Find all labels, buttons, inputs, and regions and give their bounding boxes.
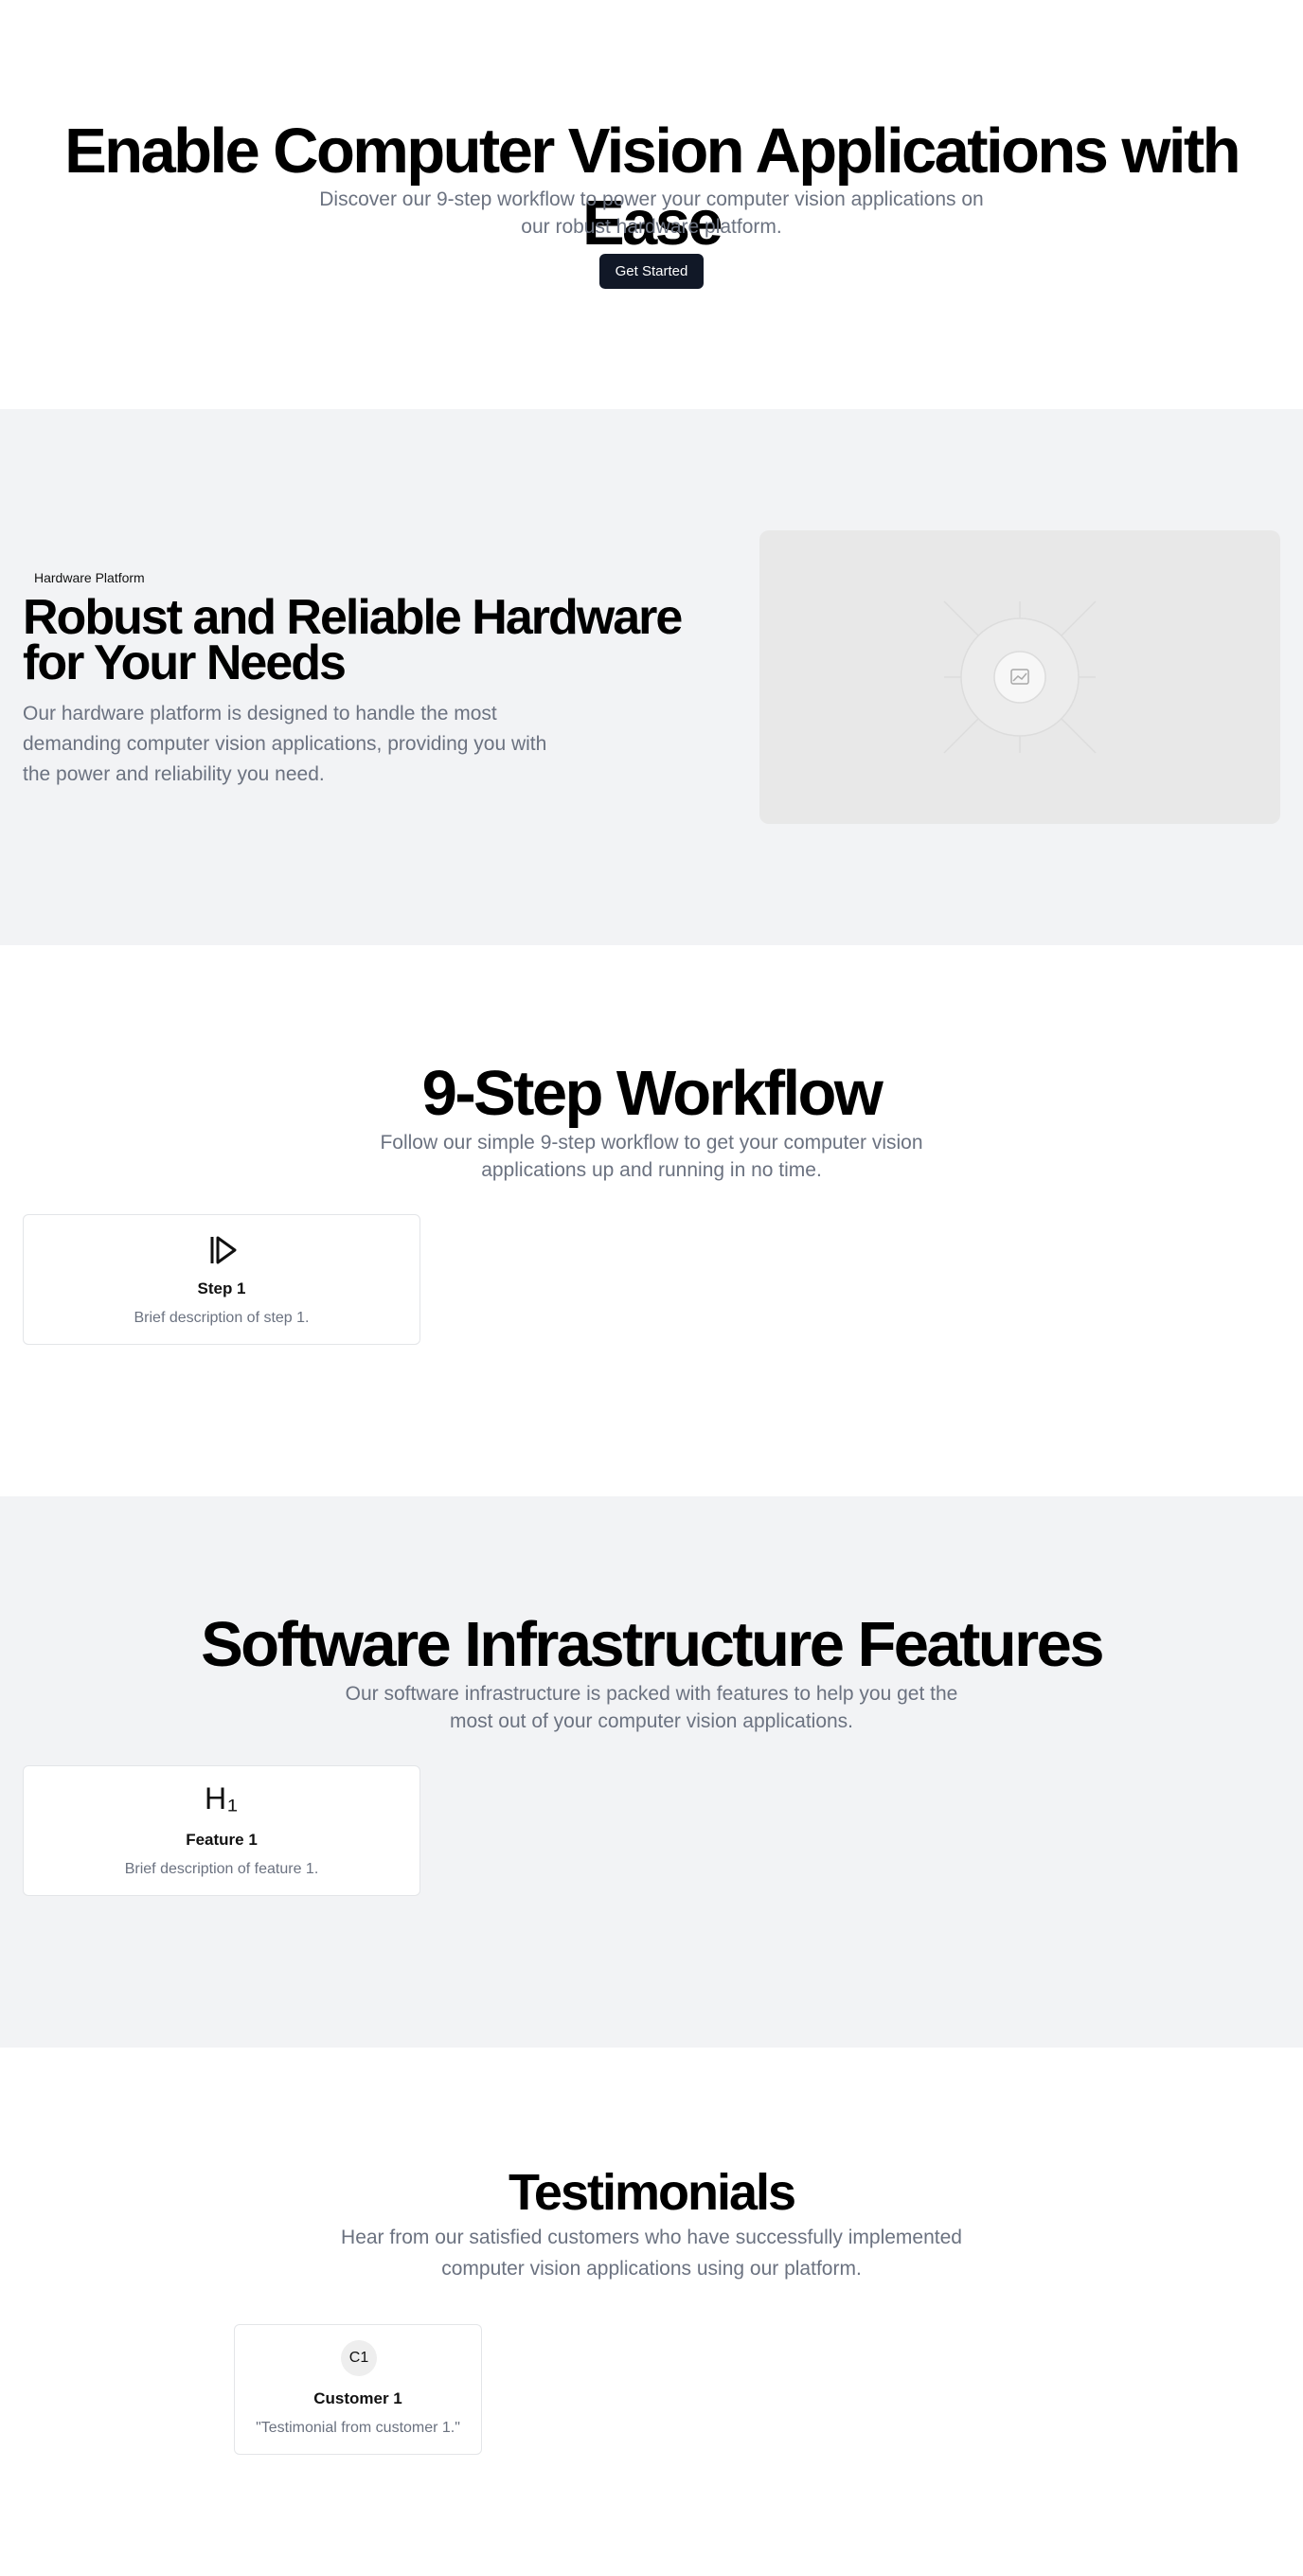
step-title: Step 1 xyxy=(197,1279,246,1297)
get-started-button[interactable]: Get Started xyxy=(599,254,704,289)
feature-title: Feature 1 xyxy=(186,1831,258,1849)
features-subtitle: Our software infrastructure is packed wi… xyxy=(345,1683,958,1732)
image-placeholder-icon xyxy=(943,600,1097,754)
features-title: Software Infrastructure Features xyxy=(201,1609,1104,1680)
hardware-badge: Hardware Platform xyxy=(34,570,145,585)
step-description: Brief description of step 1. xyxy=(134,1310,310,1326)
customer-name: Customer 1 xyxy=(313,2389,402,2407)
hero-subtitle: Discover our 9-step workflow to power yo… xyxy=(319,188,984,238)
workflow-subtitle: Follow our simple 9-step workflow to get… xyxy=(380,1132,923,1181)
feature-description: Brief description of feature 1. xyxy=(124,1861,319,1877)
testimonials-section: Testimonials Hear from our satisfied cus… xyxy=(0,2048,1303,2576)
workflow-section: 9-Step Workflow Follow our simple 9-step… xyxy=(0,945,1303,1496)
hardware-title: Robust and Reliable Hardware for Your Ne… xyxy=(23,590,683,690)
testimonial-card: C1 Customer 1 "Testimonial from customer… xyxy=(234,2324,482,2455)
testimonial-quote: "Testimonial from customer 1." xyxy=(256,2420,460,2436)
testimonials-subtitle: Hear from our satisfied customers who ha… xyxy=(341,2227,962,2280)
testimonials-title: Testimonials xyxy=(508,2164,796,2221)
hardware-section: Hardware Platform Robust and Reliable Ha… xyxy=(0,409,1303,945)
avatar: C1 xyxy=(341,2340,377,2376)
play-step-icon xyxy=(24,1234,419,1266)
feature-card: H₁ Feature 1 Brief description of featur… xyxy=(23,1765,420,1896)
heading-1-icon: H₁ xyxy=(205,1781,239,1816)
step-card: Step 1 Brief description of step 1. xyxy=(23,1214,420,1345)
workflow-title: 9-Step Workflow xyxy=(421,1058,884,1129)
features-section: Software Infrastructure Features Our sof… xyxy=(0,1496,1303,2048)
hardware-description: Our hardware platform is designed to han… xyxy=(23,703,547,785)
hero-section: Enable Computer Vision Applications with… xyxy=(0,0,1303,409)
hardware-image-placeholder xyxy=(759,530,1280,824)
